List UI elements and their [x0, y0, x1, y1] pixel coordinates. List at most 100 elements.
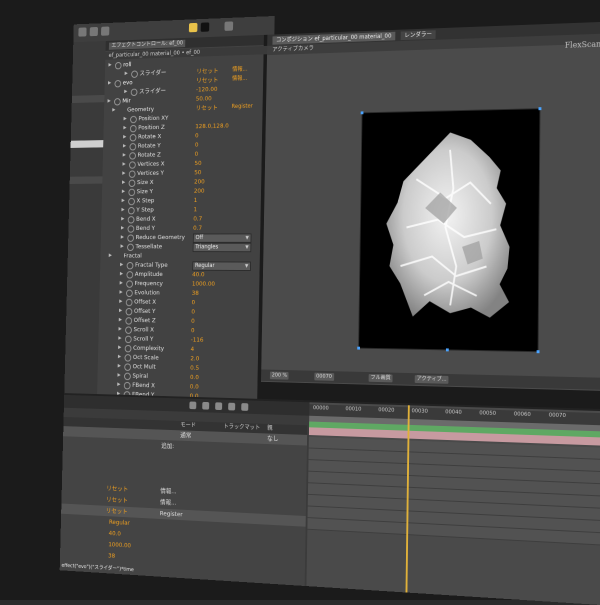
effect-row-value[interactable]: 38 [192, 288, 199, 297]
disclosure-triangle-icon[interactable]: ▶ [120, 278, 123, 287]
disclosure-triangle-icon[interactable]: ▶ [107, 97, 111, 106]
property-value[interactable]: リセット [106, 506, 128, 517]
disclosure-triangle-icon[interactable]: ▶ [124, 87, 127, 96]
stopwatch-icon[interactable] [125, 289, 133, 298]
property-value[interactable]: 40.0 [109, 528, 121, 539]
transform-handle[interactable] [445, 348, 449, 352]
stopwatch-icon[interactable] [127, 216, 135, 224]
stopwatch-icon[interactable] [125, 317, 133, 325]
effect-row-value[interactable]: -116 [191, 335, 204, 345]
disclosure-triangle-icon[interactable]: ▶ [120, 242, 123, 251]
disclosure-triangle-icon[interactable]: ▶ [123, 132, 126, 141]
effect-row-value[interactable]: 2.0 [190, 354, 199, 364]
effect-row-value[interactable]: 0.0 [190, 372, 199, 382]
composition-viewer[interactable] [357, 107, 542, 354]
disclosure-triangle-icon[interactable]: ▶ [120, 260, 123, 269]
disclosure-triangle-icon[interactable]: ▶ [118, 334, 121, 343]
disclosure-triangle-icon[interactable]: ▶ [117, 371, 120, 380]
effect-row-value[interactable]: 0 [191, 326, 195, 335]
layer-parent[interactable]: なし [267, 433, 279, 444]
project-item[interactable] [69, 176, 103, 184]
stopwatch-icon[interactable] [124, 335, 132, 344]
expression-text[interactable]: effect("evo")("スライダー")*time [61, 561, 134, 573]
effect-row-value2[interactable]: 情報... [232, 65, 247, 75]
project-item[interactable] [71, 94, 105, 104]
effect-row-value[interactable]: 1000.00 [192, 279, 215, 289]
transform-handle[interactable] [360, 111, 364, 115]
property-value[interactable]: Regular [109, 517, 130, 528]
stopwatch-icon[interactable] [125, 326, 132, 334]
transform-handle[interactable] [538, 107, 542, 111]
disclosure-triangle-icon[interactable]: ▶ [118, 343, 121, 352]
disclosure-triangle-icon[interactable]: ▶ [122, 178, 125, 187]
disclosure-triangle-icon[interactable]: ▶ [122, 187, 125, 196]
stopwatch-icon[interactable] [126, 280, 134, 288]
fill-color-swatch[interactable] [188, 22, 198, 33]
select-tool-icon[interactable] [78, 27, 87, 37]
resolution-select[interactable]: フル画質 [368, 373, 393, 383]
property-extra[interactable]: 情報... [160, 486, 177, 497]
stopwatch-icon[interactable] [125, 307, 133, 316]
disclosure-triangle-icon[interactable]: ▶ [122, 196, 125, 205]
effect-row[interactable]: ▶ Bend Y 0.7 [101, 223, 260, 233]
effect-row-value[interactable]: 0 [195, 131, 199, 140]
stopwatch-icon[interactable] [124, 344, 132, 353]
stopwatch-icon[interactable] [127, 243, 134, 252]
effect-row-value[interactable]: 0.7 [193, 223, 202, 232]
property-value[interactable]: 38 [108, 551, 115, 562]
effect-row-value[interactable]: 0 [191, 316, 195, 325]
effect-row-value[interactable]: 0 [191, 298, 195, 307]
effect-row-value[interactable]: 0 [191, 307, 195, 316]
effect-row-value[interactable]: 1 [193, 205, 197, 214]
effect-row[interactable]: ▶ Bend X 0.7 [101, 214, 260, 224]
stopwatch-icon[interactable] [129, 152, 137, 160]
effect-row-value[interactable]: 50 [194, 159, 201, 168]
effect-row-value[interactable]: 0.5 [190, 363, 199, 373]
stopwatch-icon[interactable] [124, 354, 132, 362]
effect-row-value[interactable]: 50.00 [196, 94, 212, 104]
disclosure-triangle-icon[interactable]: ▶ [119, 315, 122, 324]
hand-tool-icon[interactable] [89, 26, 98, 37]
motion-blur-icon[interactable] [228, 402, 236, 411]
effect-row-value[interactable]: 0.0 [190, 382, 199, 392]
transform-handle[interactable] [357, 346, 360, 350]
property-extra[interactable]: 情報... [160, 497, 177, 508]
effect-row-value2[interactable]: 情報... [232, 74, 247, 84]
disclosure-triangle-icon[interactable]: ▶ [123, 141, 126, 150]
effect-row-value[interactable]: 200 [194, 177, 205, 186]
disclosure-triangle-icon[interactable]: ▶ [121, 205, 124, 214]
zoom-tool-icon[interactable] [101, 26, 110, 36]
disclosure-triangle-icon[interactable]: ▶ [122, 169, 125, 178]
search-icon[interactable] [189, 401, 197, 410]
effect-row-value[interactable]: 50 [194, 168, 201, 177]
graph-editor-icon[interactable] [241, 403, 249, 411]
disclosure-triangle-icon[interactable]: ▶ [112, 105, 115, 114]
stroke-color-swatch[interactable] [200, 22, 210, 32]
comp-flow-icon[interactable] [202, 401, 210, 410]
stopwatch-icon[interactable] [128, 188, 136, 197]
add-label[interactable]: 追加: [161, 441, 174, 452]
disclosure-triangle-icon[interactable]: ▶ [118, 352, 121, 361]
property-value[interactable]: リセット [106, 483, 128, 494]
disclosure-triangle-icon[interactable]: ▶ [119, 297, 122, 306]
stopwatch-icon[interactable] [128, 179, 136, 187]
effect-row-value[interactable]: 0 [195, 149, 199, 158]
property-value[interactable]: リセット [106, 495, 128, 506]
stopwatch-icon[interactable] [127, 207, 135, 215]
timecode[interactable]: 00070 [314, 372, 334, 381]
disclosure-triangle-icon[interactable]: ▶ [125, 69, 128, 78]
zoom-select[interactable]: 200 % [269, 371, 290, 380]
stopwatch-icon[interactable] [124, 363, 132, 371]
camera-select[interactable]: アクティブ... [414, 375, 449, 384]
layer-mode[interactable]: 通常 [180, 430, 191, 441]
effect-row-value[interactable]: 1 [194, 196, 198, 205]
draft-3d-icon[interactable] [215, 402, 223, 411]
disclosure-triangle-icon[interactable]: ▶ [118, 324, 121, 333]
stopwatch-icon[interactable] [128, 197, 135, 206]
disclosure-triangle-icon[interactable]: ▶ [108, 61, 111, 70]
disclosure-triangle-icon[interactable]: ▶ [120, 269, 123, 278]
effect-row-value[interactable]: 200 [194, 186, 205, 195]
effect-row[interactable]: ▶ Reduce Geometry Off ▼ [101, 232, 260, 243]
stopwatch-icon[interactable] [129, 143, 137, 151]
disclosure-triangle-icon[interactable]: ▶ [123, 123, 126, 132]
